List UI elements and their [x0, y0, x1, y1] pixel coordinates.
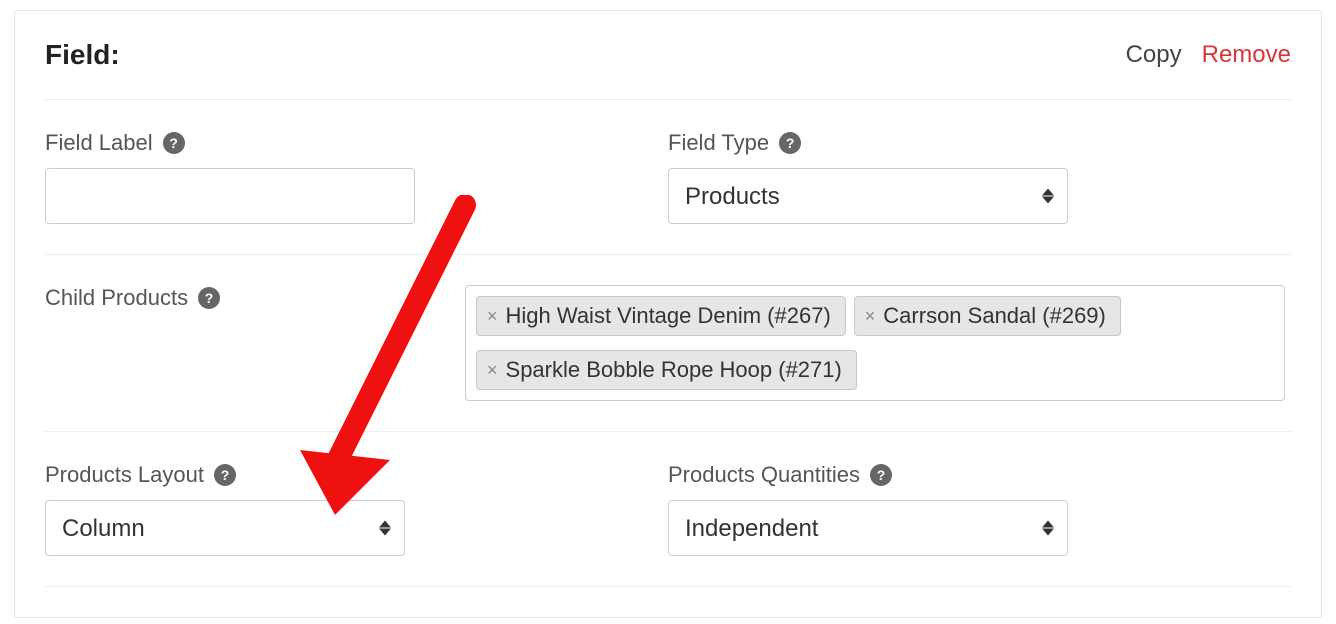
products-quantities-label: Products Quantities	[668, 462, 860, 488]
field-type-label: Field Type	[668, 130, 769, 156]
row-field-label-type: Field Label ? Field Type ? Products	[45, 100, 1291, 255]
products-layout-label: Products Layout	[45, 462, 204, 488]
tag-label: Sparkle Bobble Rope Hoop (#271)	[506, 357, 842, 383]
field-type-select-wrap: Products	[668, 168, 1068, 224]
col-products-quantities: Products Quantities ? Independent	[668, 462, 1291, 556]
child-products-label: Child Products	[45, 285, 188, 311]
help-icon[interactable]: ?	[779, 132, 801, 154]
products-layout-select-wrap: Column	[45, 500, 405, 556]
field-label-input[interactable]	[45, 168, 415, 224]
col-field-label: Field Label ?	[45, 130, 668, 224]
remove-button[interactable]: Remove	[1202, 41, 1291, 69]
tag-item[interactable]: × Carrson Sandal (#269)	[854, 296, 1121, 336]
row-layout-quantities: Products Layout ? Column Products Quanti…	[45, 432, 1291, 587]
products-quantities-select[interactable]: Independent	[668, 500, 1068, 556]
tag-label: Carrson Sandal (#269)	[883, 303, 1106, 329]
panel-header: Field: Copy Remove	[45, 11, 1291, 99]
field-type-select[interactable]: Products	[668, 168, 1068, 224]
field-label-label: Field Label	[45, 130, 153, 156]
panel-title: Field:	[45, 39, 120, 71]
products-quantities-select-wrap: Independent	[668, 500, 1068, 556]
close-icon[interactable]: ×	[487, 306, 498, 327]
close-icon[interactable]: ×	[487, 360, 498, 381]
help-icon[interactable]: ?	[163, 132, 185, 154]
close-icon[interactable]: ×	[865, 306, 876, 327]
col-products-layout: Products Layout ? Column	[45, 462, 668, 556]
col-field-type: Field Type ? Products	[668, 130, 1291, 224]
products-layout-select[interactable]: Column	[45, 500, 405, 556]
tag-item[interactable]: × Sparkle Bobble Rope Hoop (#271)	[476, 350, 857, 390]
child-products-tagbox[interactable]: × High Waist Vintage Denim (#267) × Carr…	[465, 285, 1285, 401]
col-child-products-tags: × High Waist Vintage Denim (#267) × Carr…	[465, 285, 1291, 401]
tag-label: High Waist Vintage Denim (#267)	[506, 303, 831, 329]
help-icon[interactable]: ?	[870, 464, 892, 486]
help-icon[interactable]: ?	[214, 464, 236, 486]
copy-button[interactable]: Copy	[1126, 41, 1182, 69]
col-child-products-label: Child Products ?	[45, 285, 465, 401]
row-child-products: Child Products ? × High Waist Vintage De…	[45, 255, 1291, 432]
panel-actions: Copy Remove	[1126, 41, 1291, 69]
tag-item[interactable]: × High Waist Vintage Denim (#267)	[476, 296, 846, 336]
help-icon[interactable]: ?	[198, 287, 220, 309]
field-panel: Field: Copy Remove Field Label ? Field T…	[14, 10, 1322, 618]
